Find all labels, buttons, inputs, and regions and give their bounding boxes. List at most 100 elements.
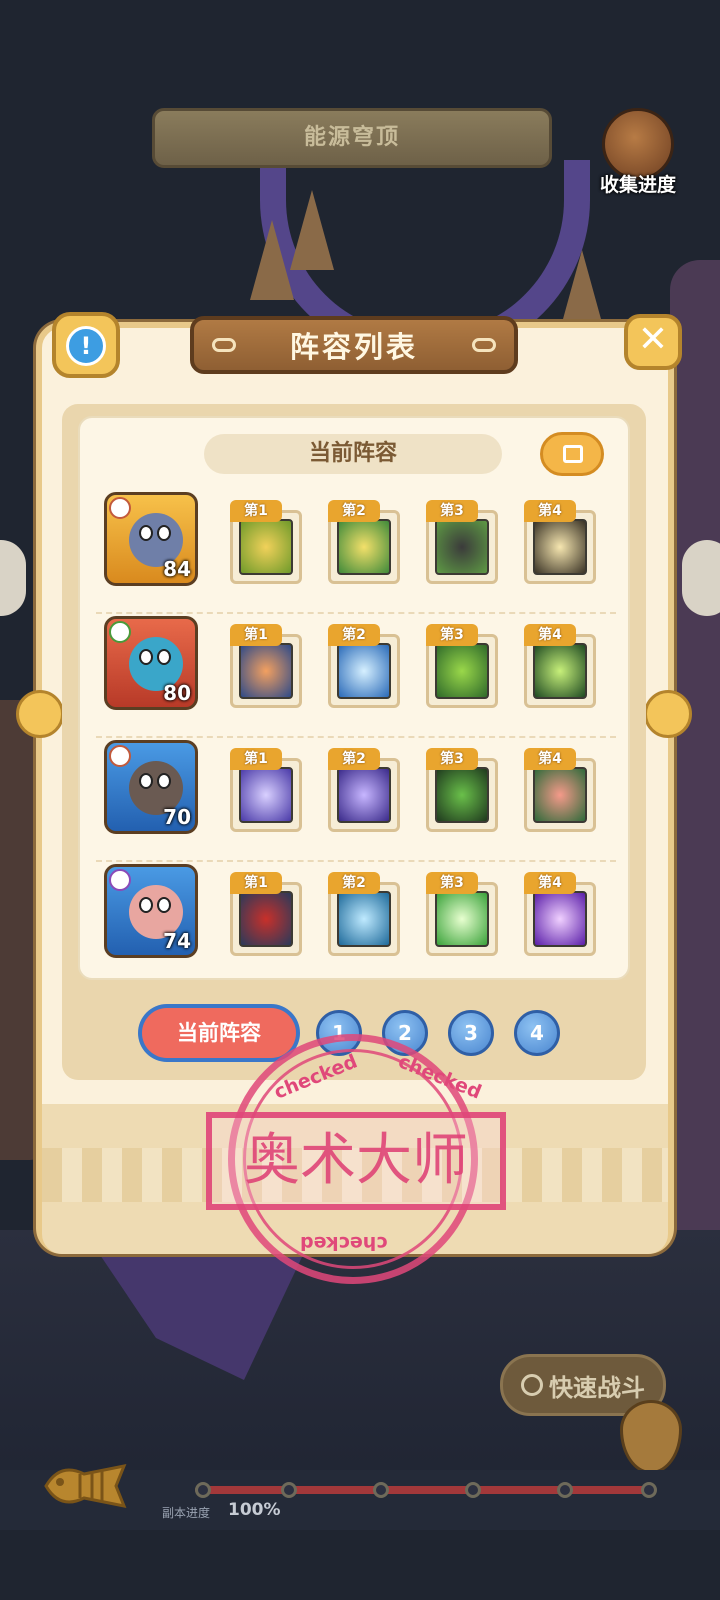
hero-row: 80 第1 第2 第3 第4 [96, 616, 616, 738]
hero-level: 74 [163, 929, 191, 953]
hero-row: 70 第1 第2 第3 第4 [96, 740, 616, 862]
progress-label: 副本进度 [162, 1506, 211, 1520]
skill-order-tag: 第3 [426, 500, 478, 522]
background-spike [560, 250, 604, 330]
skill-order-tag: 第1 [230, 748, 282, 770]
skill-slot[interactable]: 第4 [524, 500, 596, 584]
skill-slot[interactable]: 第4 [524, 872, 596, 956]
burst-skill-icon [533, 519, 587, 575]
quick-battle-label: 快速战斗 [549, 1373, 645, 1402]
class-badge-icon [109, 869, 131, 891]
dungeon-progress-fill [195, 1486, 655, 1494]
skill-slot[interactable]: 第1 [230, 872, 302, 956]
skill-order-tag: 第1 [230, 624, 282, 646]
skill-order-tag: 第2 [328, 748, 380, 770]
lion-warrior-skill-icon [239, 643, 293, 699]
arcane-field-skill-icon [337, 767, 391, 823]
hero-row: 84 第1 第2 第3 第4 [96, 492, 616, 614]
hero-row: 74 第1 第2 第3 第4 [96, 864, 616, 976]
skill-slot[interactable]: 第2 [328, 872, 400, 956]
dungeon-progress-bar [195, 1482, 657, 1498]
hero-avatar[interactable]: 70 [104, 740, 198, 834]
class-badge-icon [109, 621, 131, 643]
hero-eye [157, 897, 171, 913]
share-button[interactable] [540, 432, 604, 476]
dark-armor-skill-icon [435, 519, 489, 575]
skill-slot[interactable]: 第4 [524, 748, 596, 832]
wind-slash-skill-icon [239, 767, 293, 823]
skill-order-tag: 第2 [328, 500, 380, 522]
hero-avatar[interactable]: 80 [104, 616, 198, 710]
row-divider [96, 612, 616, 614]
row-divider [96, 736, 616, 738]
ornament-icon [212, 338, 236, 352]
skill-order-tag: 第2 [328, 872, 380, 894]
next-arrow-button[interactable] [644, 690, 692, 738]
collect-progress-button[interactable]: 收集进度 [588, 108, 688, 204]
stamp-ring-text: checked [300, 1232, 388, 1254]
skill-slot[interactable]: 第2 [328, 500, 400, 584]
skill-slot[interactable]: 第4 [524, 624, 596, 708]
skill-slot[interactable]: 第3 [426, 872, 498, 956]
progress-node [373, 1482, 389, 1498]
close-icon: ✕ [637, 319, 669, 360]
hero-avatar[interactable]: 84 [104, 492, 198, 586]
vine-skill-icon [435, 767, 489, 823]
close-button[interactable]: ✕ [624, 314, 682, 370]
progress-node [465, 1482, 481, 1498]
class-badge-icon [109, 745, 131, 767]
spear-skill-icon [337, 643, 391, 699]
share-icon [563, 445, 583, 463]
hero-eye [139, 525, 153, 541]
progress-value: 100% [228, 1500, 281, 1520]
skill-slot[interactable]: 第2 [328, 624, 400, 708]
collect-progress-label: 收集进度 [599, 174, 676, 196]
info-button[interactable]: ! [52, 312, 120, 378]
skill-order-tag: 第1 [230, 500, 282, 522]
class-badge-icon [109, 497, 131, 519]
skill-slot[interactable]: 第1 [230, 500, 302, 584]
current-lineup-header: 当前阵容 [204, 434, 502, 474]
shield-skill-icon [239, 519, 293, 575]
tab-current-lineup[interactable]: 当前阵容 [138, 1004, 300, 1062]
skill-slot[interactable]: 第1 [230, 624, 302, 708]
hero-eye [139, 649, 153, 665]
skill-order-tag: 第3 [426, 872, 478, 894]
hero-eye [157, 649, 171, 665]
hero-level: 70 [163, 805, 191, 829]
tab-lineup-4[interactable]: 4 [514, 1010, 560, 1056]
tab-lineup-3[interactable]: 3 [448, 1010, 494, 1056]
progress-node [281, 1482, 297, 1498]
skill-order-tag: 第3 [426, 624, 478, 646]
hero-eye [139, 897, 153, 913]
vortex-skill-icon [533, 891, 587, 947]
mech-fist-skill-icon [435, 643, 489, 699]
hero-eye [139, 773, 153, 789]
ornament-icon [471, 338, 496, 352]
skill-order-tag: 第4 [524, 748, 576, 770]
skill-order-tag: 第4 [524, 624, 576, 646]
stamp-label: 奥术大师 [206, 1112, 506, 1210]
mask-skill-icon [239, 891, 293, 947]
right-side-button[interactable] [682, 540, 720, 616]
fish-bone-icon [44, 1463, 127, 1509]
skill-slot[interactable]: 第1 [230, 748, 302, 832]
star-shield-skill-icon [337, 519, 391, 575]
skill-slot[interactable]: 第3 [426, 624, 498, 708]
skill-order-tag: 第2 [328, 624, 380, 646]
background-right-pillar [670, 260, 720, 1260]
background-spike [290, 190, 334, 270]
skill-slot[interactable]: 第3 [426, 748, 498, 832]
hero-avatar[interactable]: 74 [104, 864, 198, 958]
background-spike [250, 220, 294, 300]
skill-slot[interactable]: 第2 [328, 748, 400, 832]
hero-level: 80 [163, 681, 191, 705]
previous-arrow-button[interactable] [16, 690, 64, 738]
skill-slot[interactable]: 第3 [426, 500, 498, 584]
hero-eye [157, 525, 171, 541]
lightning-icon [521, 1374, 543, 1396]
progress-node [641, 1482, 657, 1498]
staff-skill-icon [337, 891, 391, 947]
skill-order-tag: 第4 [524, 872, 576, 894]
heal-cloud-skill-icon [435, 891, 489, 947]
